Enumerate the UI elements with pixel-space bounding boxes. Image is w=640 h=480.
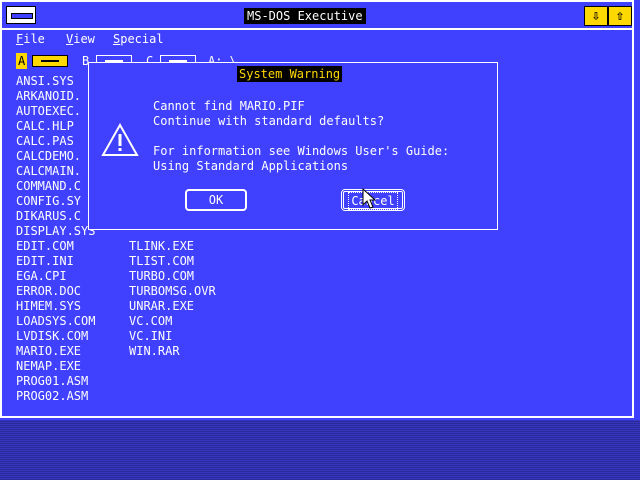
ok-button[interactable]: OK	[185, 189, 247, 211]
file-item[interactable]: HIMEM.SYS	[16, 299, 81, 314]
window-title: MS-DOS Executive	[244, 8, 366, 24]
file-item[interactable]: ANSI.SYS	[16, 74, 74, 89]
dialog-title: System Warning	[237, 66, 343, 82]
file-item[interactable]: TLIST.COM	[129, 254, 194, 269]
file-item[interactable]: CONFIG.SY	[16, 194, 81, 209]
file-item[interactable]: PROG01.ASM	[16, 374, 88, 389]
menu-special[interactable]: Special	[113, 32, 164, 46]
file-item[interactable]: ERROR.DOC	[16, 284, 81, 299]
dialog-body: Cannot find MARIO.PIF Continue with stan…	[89, 85, 497, 229]
message-line: Cannot find MARIO.PIF	[153, 99, 305, 113]
file-item[interactable]: TURBOMSG.OVR	[129, 284, 216, 299]
file-item[interactable]: TURBO.COM	[129, 269, 194, 284]
file-item[interactable]: LVDISK.COM	[16, 329, 88, 344]
drive-a-label[interactable]: A	[16, 53, 28, 69]
maximize-arrow-icon[interactable]: ⇧	[608, 6, 632, 26]
file-item[interactable]: VC.COM	[129, 314, 172, 329]
menu-file[interactable]: File	[16, 32, 45, 46]
file-item[interactable]: MARIO.EXE	[16, 344, 81, 359]
file-item[interactable]: CALC.HLP	[16, 119, 74, 134]
menu-bar: File View Special	[2, 30, 632, 48]
file-item[interactable]: LOADSYS.COM	[16, 314, 95, 329]
file-item[interactable]: CALCDEMO.	[16, 149, 81, 164]
system-warning-dialog: System Warning Cannot find MARIO.PIF Con…	[88, 62, 498, 230]
title-bar[interactable]: MS-DOS Executive ⇩ ⇧	[2, 2, 632, 30]
menu-view[interactable]: View	[66, 32, 95, 46]
file-item[interactable]: WIN.RAR	[129, 344, 180, 359]
file-item[interactable]: EDIT.INI	[16, 254, 74, 269]
drive-a-icon[interactable]	[32, 55, 68, 67]
system-menu-icon[interactable]	[6, 6, 36, 24]
file-item[interactable]: COMMAND.C	[16, 179, 81, 194]
file-item[interactable]: UNRAR.EXE	[129, 299, 194, 314]
file-item[interactable]: PROG02.ASM	[16, 389, 88, 404]
mouse-pointer-icon	[362, 188, 376, 209]
file-item[interactable]: AUTOEXEC.	[16, 104, 81, 119]
message-line: Continue with standard defaults?	[153, 114, 385, 128]
file-item[interactable]: ARKANOID.	[16, 89, 81, 104]
message-line: Using Standard Applications	[153, 159, 349, 173]
minimize-arrow-icon[interactable]: ⇩	[584, 6, 608, 26]
file-item[interactable]: EGA.CPI	[16, 269, 67, 284]
file-item[interactable]: NEMAP.EXE	[16, 359, 81, 374]
desktop-background	[0, 420, 640, 480]
file-item[interactable]: TLINK.EXE	[129, 239, 194, 254]
file-item[interactable]: DIKARUS.C	[16, 209, 81, 224]
dialog-title-bar[interactable]: System Warning	[89, 63, 497, 86]
message-line: For information see Windows User's Guide…	[153, 144, 450, 158]
file-item[interactable]: DISPLAY.SYS	[16, 224, 95, 239]
file-item[interactable]: EDIT.COM	[16, 239, 74, 254]
file-item[interactable]: CALCMAIN.	[16, 164, 81, 179]
file-item[interactable]: VC.INI	[129, 329, 172, 344]
file-item[interactable]: CALC.PAS	[16, 134, 74, 149]
warning-icon	[101, 123, 139, 156]
ok-button-label: OK	[208, 193, 224, 207]
